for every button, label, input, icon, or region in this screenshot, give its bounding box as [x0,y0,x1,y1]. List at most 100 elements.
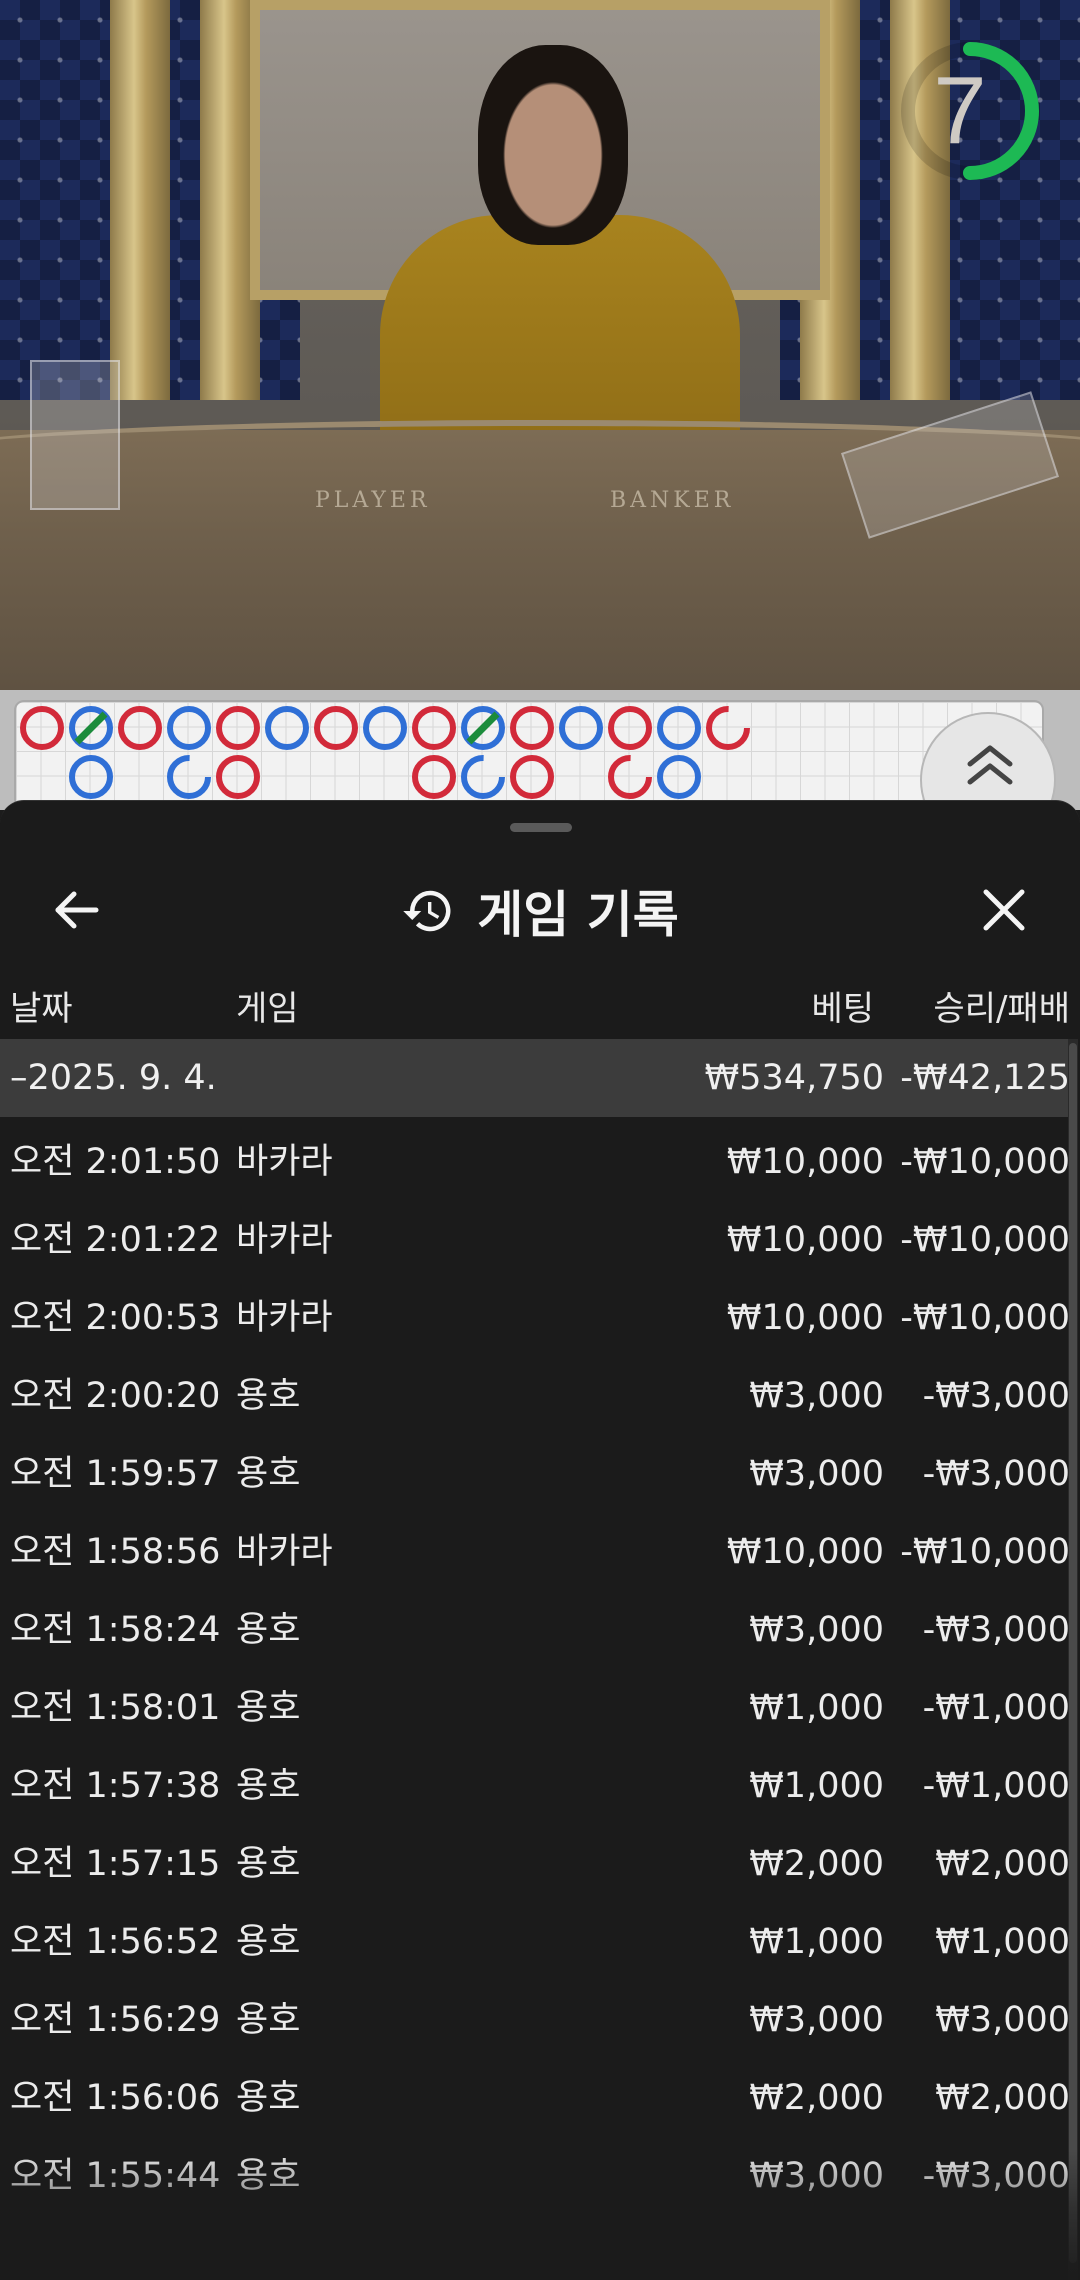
record-game: 바카라 [236,1298,333,1338]
history-row[interactable]: 오전 1:58:56 바카라 ₩10,000 -₩10,000 [0,1513,1070,1591]
bead-road-tie-slash [74,711,108,745]
bead-road-grid[interactable] [14,700,1044,810]
record-time: 오전 1:56:29 [10,2000,221,2040]
record-game: 용호 [236,1610,301,1650]
live-video-feed: PLAYER BANKER 7 [0,0,1080,690]
record-game: 바카라 [236,1220,333,1260]
col-header-result[interactable]: 승리/패배 [884,981,1070,1030]
record-bet: ₩3,000 [749,1610,884,1650]
sheet-header: 게임 기록 [0,856,1080,966]
record-result: -₩1,000 [922,1766,1070,1806]
record-bet: ₩1,000 [749,1922,884,1962]
record-time: 오전 1:58:24 [10,1610,221,1650]
history-row[interactable]: 오전 2:01:50 바카라 ₩10,000 -₩10,000 [0,1123,1070,1201]
record-game: 용호 [236,2078,301,2118]
history-row[interactable]: 오전 1:58:01 용호 ₩1,000 -₩1,000 [0,1669,1070,1747]
record-result: ₩2,000 [935,2078,1070,2118]
record-result: -₩10,000 [900,1298,1070,1338]
record-bet: ₩2,000 [749,1844,884,1884]
record-game: 용호 [236,1454,301,1494]
date-group-row[interactable]: –2025. 9. 4. ₩534,750 -₩42,125 [0,1039,1070,1117]
bead-road-banker-mark [314,706,358,750]
bead-road-player-mark [559,706,603,750]
bead-road-banker-mark [412,755,456,799]
record-result: -₩1,000 [922,1688,1070,1728]
column-headers: 날짜 게임 베팅 승리/패배 [0,973,1080,1029]
history-row[interactable]: 오전 1:59:57 용호 ₩3,000 -₩3,000 [0,1435,1070,1513]
sheet-drag-handle[interactable] [510,823,572,832]
bead-road-player-mark [363,706,407,750]
bead-road-player-mark [69,755,113,799]
bead-road-banker-mark [608,706,652,750]
record-game: 용호 [236,1766,301,1806]
bead-road-banker-mark [216,706,260,750]
bead-road-marks [20,706,750,799]
app-root: PLAYER BANKER 7 게임 기록 날짜 게임 베팅 승리/패배 –20… [0,0,1080,2280]
scrollbar-thumb[interactable] [1069,1043,1077,2263]
bead-road-player-mark [167,755,211,799]
record-time: 오전 1:59:57 [10,1454,221,1494]
record-time: 오전 2:01:50 [10,1142,221,1182]
history-list[interactable]: –2025. 9. 4. ₩534,750 -₩42,125 오전 2:01:5… [0,1039,1080,2280]
bead-road-player-mark [657,706,701,750]
history-row[interactable]: 오전 1:56:06 용호 ₩2,000 ₩2,000 [0,2059,1070,2137]
history-row[interactable]: 오전 1:56:52 용호 ₩1,000 ₩1,000 [0,1903,1070,1981]
record-time: 오전 1:58:56 [10,1532,221,1572]
col-header-game[interactable]: 게임 [236,981,299,1030]
bead-road-banker-mark [118,706,162,750]
record-result: ₩1,000 [935,1922,1070,1962]
game-history-sheet: 게임 기록 날짜 게임 베팅 승리/패배 –2025. 9. 4. ₩534,7… [0,800,1080,2280]
bead-road-tie-slash [466,711,500,745]
sheet-title: 게임 기록 [477,886,679,944]
record-game: 용호 [236,1688,301,1728]
record-bet: ₩1,000 [749,1766,884,1806]
arrow-left-icon [55,891,99,929]
bead-road-banker-mark [608,755,652,799]
close-button[interactable] [972,878,1036,942]
record-bet: ₩1,000 [749,1688,884,1728]
record-bet: ₩3,000 [749,1454,884,1494]
record-time: 오전 2:00:20 [10,1376,221,1416]
record-time: 오전 1:56:06 [10,2078,221,2118]
history-row[interactable]: 오전 2:00:53 바카라 ₩10,000 -₩10,000 [0,1279,1070,1357]
back-button[interactable] [44,878,108,942]
group-bet-total: ₩534,750 [704,1058,884,1098]
record-result: -₩3,000 [922,2156,1070,2196]
record-game: 용호 [236,1376,301,1416]
table-label-player: PLAYER [315,488,431,513]
record-time: 오전 1:55:44 [10,2156,221,2196]
card-shoe [30,360,120,510]
record-game: 용호 [236,1844,301,1884]
bead-road-player-mark [265,706,309,750]
record-result: -₩3,000 [922,1610,1070,1650]
record-bet: ₩3,000 [749,2156,884,2196]
record-result: -₩3,000 [922,1454,1070,1494]
record-result: -₩3,000 [922,1376,1070,1416]
sheet-title-group: 게임 기록 [0,856,1080,966]
record-game: 용호 [236,2156,301,2196]
history-icon [403,890,451,932]
record-bet: ₩3,000 [749,2000,884,2040]
col-header-bet[interactable]: 베팅 [640,981,874,1030]
close-icon [983,889,1025,931]
record-game: 바카라 [236,1532,333,1572]
bead-road-banker-mark [412,706,456,750]
record-bet: ₩10,000 [726,1220,884,1260]
history-row[interactable]: 오전 2:01:22 바카라 ₩10,000 -₩10,000 [0,1201,1070,1279]
history-row[interactable]: 오전 1:57:15 용호 ₩2,000 ₩2,000 [0,1825,1070,1903]
history-row[interactable]: 오전 1:57:38 용호 ₩1,000 -₩1,000 [0,1747,1070,1825]
history-row[interactable]: 오전 1:58:24 용호 ₩3,000 -₩3,000 [0,1591,1070,1669]
record-bet: ₩10,000 [726,1532,884,1572]
history-row[interactable]: 오전 2:00:20 용호 ₩3,000 -₩3,000 [0,1357,1070,1435]
record-result: ₩3,000 [935,2000,1070,2040]
bead-road-banker-mark [20,706,64,750]
record-result: -₩10,000 [900,1532,1070,1572]
history-row[interactable]: 오전 1:55:44 용호 ₩3,000 -₩3,000 [0,2137,1070,2215]
record-time: 오전 2:00:53 [10,1298,221,1338]
bead-road-player-mark [167,706,211,750]
countdown-number: 7 [933,57,987,164]
col-header-date[interactable]: 날짜 [10,981,73,1030]
record-time: 오전 2:01:22 [10,1220,221,1260]
record-game: 용호 [236,1922,301,1962]
history-row[interactable]: 오전 1:56:29 용호 ₩3,000 ₩3,000 [0,1981,1070,2059]
